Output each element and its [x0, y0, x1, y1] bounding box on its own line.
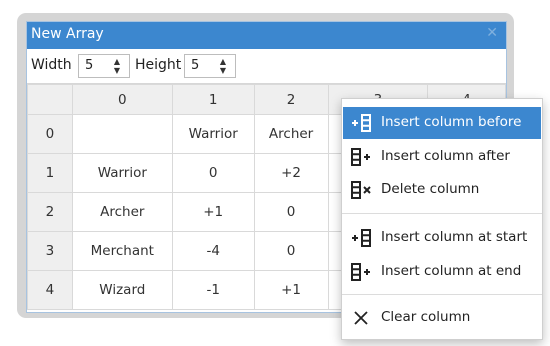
menu-separator [342, 294, 542, 295]
close-icon[interactable]: ✕ [486, 25, 498, 41]
insert-column-before-icon [351, 113, 373, 133]
grid-cell[interactable] [71, 114, 173, 154]
row-header[interactable]: 4 [27, 270, 73, 310]
grid-cell[interactable]: 0 [253, 231, 329, 271]
grid-cell[interactable]: +2 [253, 153, 329, 193]
column-header[interactable]: 2 [253, 84, 329, 115]
height-value[interactable]: 5 [191, 58, 199, 73]
width-increment-icon[interactable]: ▲ [112, 57, 122, 66]
column-header[interactable]: 0 [71, 84, 173, 115]
grid-cell[interactable]: Merchant [71, 231, 173, 271]
menu-item-insert-column-after[interactable]: Insert column after [343, 141, 541, 173]
grid-cell[interactable]: 0 [171, 153, 255, 193]
menu-item-insert-column-before[interactable]: Insert column before [343, 107, 541, 139]
insert-column-end-icon [351, 262, 373, 282]
delete-column-icon [351, 180, 373, 200]
toolbar: Width 5 ▲ ▼ Height 5 ▲ ▼ [27, 49, 506, 84]
menu-item-label: Insert column before [381, 114, 522, 130]
menu-item-insert-column-at-start[interactable]: Insert column at start [343, 222, 541, 254]
title-bar: New Array ✕ [27, 22, 506, 49]
menu-item-label: Insert column at end [381, 263, 522, 279]
menu-item-insert-column-at-end[interactable]: Insert column at end [343, 256, 541, 288]
clear-icon [351, 308, 373, 328]
menu-item-label: Insert column at start [381, 229, 528, 245]
grid-cell[interactable]: Archer [253, 114, 329, 154]
row-header[interactable]: 3 [27, 231, 73, 271]
grid-cell[interactable]: -4 [171, 231, 255, 271]
height-decrement-icon[interactable]: ▼ [218, 66, 228, 75]
menu-item-clear-column[interactable]: Clear column [343, 302, 541, 334]
width-value[interactable]: 5 [85, 58, 93, 73]
menu-item-label: Delete column [381, 181, 480, 197]
grid-cell[interactable]: +1 [171, 192, 255, 232]
menu-item-label: Clear column [381, 309, 471, 325]
height-label: Height [135, 57, 182, 73]
grid-cell[interactable]: -1 [171, 270, 255, 310]
menu-item-delete-column[interactable]: Delete column [343, 174, 541, 206]
row-header[interactable]: 1 [27, 153, 73, 193]
insert-column-after-icon [351, 147, 373, 167]
grid-cell[interactable]: Wizard [71, 270, 173, 310]
grid-cell[interactable]: +1 [253, 270, 329, 310]
height-stepper[interactable]: 5 ▲ ▼ [184, 54, 236, 78]
menu-item-label: Insert column after [381, 148, 510, 164]
width-label: Width [31, 57, 72, 73]
window-title: New Array [31, 26, 104, 42]
insert-column-start-icon [351, 228, 373, 248]
grid-cell[interactable]: Archer [71, 192, 173, 232]
grid-cell[interactable]: 0 [253, 192, 329, 232]
row-header[interactable]: 2 [27, 192, 73, 232]
width-stepper[interactable]: 5 ▲ ▼ [78, 54, 130, 78]
row-header[interactable]: 0 [27, 114, 73, 154]
height-increment-icon[interactable]: ▲ [218, 57, 228, 66]
width-decrement-icon[interactable]: ▼ [112, 66, 122, 75]
grid-cell[interactable]: Warrior [171, 114, 255, 154]
grid-cell[interactable]: Warrior [71, 153, 173, 193]
column-header[interactable]: 1 [171, 84, 255, 115]
corner-cell [27, 84, 73, 115]
menu-separator [342, 213, 542, 214]
column-context-menu: Insert column before Insert column after… [341, 98, 543, 340]
